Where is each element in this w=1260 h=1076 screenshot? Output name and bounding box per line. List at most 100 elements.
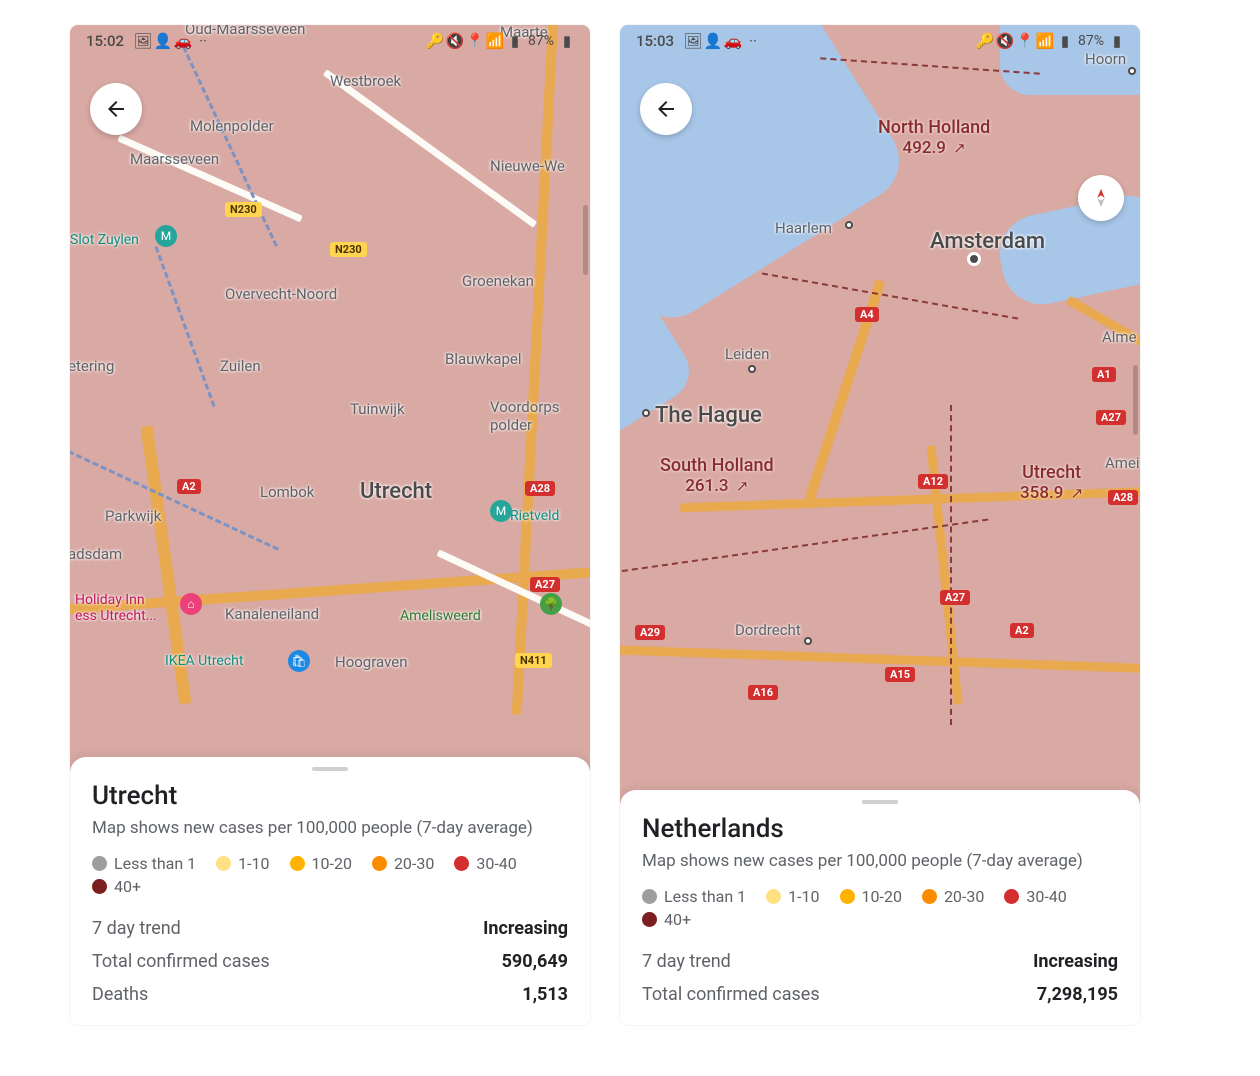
bottom-sheet[interactable]: Utrecht Map shows new cases per 100,000 … [70,757,590,1025]
region-border [620,519,988,574]
map-label: Lombok [260,483,314,501]
map-label: Zuilen [220,357,261,375]
legend-item: 1-10 [766,887,819,906]
legend: Less than 11-1010-2020-3030-4040+ [642,887,1118,929]
road-badge: A2 [177,479,201,494]
legend-item: 10-20 [840,887,902,906]
map-label: Westbroek [330,72,401,90]
stat-value: Increasing [1033,951,1118,972]
map-label: etering [70,357,114,375]
back-button[interactable] [640,83,692,135]
stat-row: 7 day trend Increasing [642,945,1118,978]
map-label: Hoorn [1085,50,1126,68]
legend-dot [290,856,305,871]
map-label: Amelisweerd [400,608,481,624]
legend-item: Less than 1 [92,854,196,873]
legend-dot [766,889,781,904]
poi-pin[interactable]: M [155,225,177,247]
road-badge: A27 [530,577,560,592]
region-title: Utrecht [92,781,568,811]
rail-line [70,442,279,550]
map-label: Groenekan [462,272,534,290]
region-border [950,405,952,725]
road-line [323,69,537,227]
road-badge: A12 [918,474,948,489]
road-badge: A28 [1108,490,1138,505]
map-label: Kanaleneiland [225,605,319,623]
stat-value: 590,649 [502,951,568,972]
map-label: Voordorpspolder [490,398,560,434]
map-canvas[interactable]: HoornHaarlemAmsterdamAlmeLeidenThe Hague… [620,25,1140,806]
arrow-left-icon [654,97,678,121]
legend-label: Less than 1 [114,854,196,873]
road-badge: A16 [748,685,778,700]
road-badge: A27 [1096,410,1126,425]
road-badge: N411 [515,653,552,668]
region-overlay[interactable]: North Holland492.9 ↗ [878,117,990,158]
legend-dot [1004,889,1019,904]
bottom-sheet[interactable]: Netherlands Map shows new cases per 100,… [620,790,1140,1025]
road-badge: A27 [940,590,970,605]
legend-item: 1-10 [216,854,269,873]
drag-handle[interactable] [312,767,348,771]
legend-item: Less than 1 [642,887,746,906]
map-label: Leiden [725,345,769,363]
map-label: Dordrecht [735,621,801,639]
drag-handle[interactable] [862,800,898,804]
legend-label: Less than 1 [664,887,746,906]
road-badge: A4 [855,307,879,322]
legend-label: 10-20 [862,887,902,906]
map-label: Utrecht [360,479,432,504]
poi-pin[interactable]: ⌂ [180,593,202,615]
map-label: Alme [1102,328,1137,346]
road-badge: A29 [635,625,665,640]
legend-dot [372,856,387,871]
map-label: The Hague [655,403,762,428]
legend-label: 30-40 [1026,887,1066,906]
legend-label: 40+ [664,910,691,929]
sheet-subtitle: Map shows new cases per 100,000 people (… [92,817,568,840]
legend: Less than 1 1-10 10-20 20-30 30-40 40+ [92,854,568,896]
map-label: adsdam [70,545,122,563]
map-label: Oud-Maarsseveen [185,25,305,38]
poi-pin[interactable]: 🛍 [288,650,310,672]
legend-label: 20-30 [394,854,434,873]
road-line [117,135,303,223]
road-line [620,645,1140,674]
legend-label: 40+ [114,877,141,896]
stat-value: 7,298,195 [1037,984,1118,1005]
map-label: Rietveld [510,508,559,524]
back-button[interactable] [90,83,142,135]
legend-item: 40+ [642,910,691,929]
map-label: Overvecht-Noord [225,285,337,303]
legend-dot [642,889,657,904]
legend-item: 30-40 [1004,887,1066,906]
stat-key: 7 day trend [92,918,181,939]
region-overlay[interactable]: South Holland261.3 ↗ [660,455,774,496]
map-canvas[interactable]: Oud-MaarsseveenMaarteWestbroekMolenpolde… [70,25,590,773]
poi-pin[interactable]: M [490,500,512,522]
stat-value: 1,513 [522,984,568,1005]
legend-dot [922,889,937,904]
stat-row: 7 day trendIncreasing [92,912,568,945]
poi-pin[interactable]: 🌳 [540,593,562,615]
region-title: Netherlands [642,814,1118,844]
map-label: Parkwijk [105,507,161,525]
legend-item: 40+ [92,877,141,896]
phone-right: 15:03 🖼 👤 🚗 ·· 🔑 🔇 📍 📶 ▮ 87% ▮ [620,25,1140,1025]
road-badge: N230 [225,202,262,217]
legend-label: 30-40 [476,854,516,873]
phone-left: 15:02 🖼 👤 🚗 ·· 🔑 🔇 📍 📶 ▮ 87% ▮ [70,25,590,1025]
stat-key: 7 day trend [642,951,731,972]
legend-item: 20-30 [372,854,434,873]
map-label: Nieuwe-We [490,157,565,175]
city-dot [804,637,812,645]
rail-line [155,246,216,407]
legend-dot [454,856,469,871]
region-overlay[interactable]: Utrecht358.9 ↗ [1020,462,1083,503]
map-label: Blauwkapel [445,350,521,368]
road-badge: A28 [525,481,555,496]
compass-button[interactable] [1078,175,1124,221]
legend-label: 10-20 [312,854,352,873]
road-badge: N230 [330,242,367,257]
